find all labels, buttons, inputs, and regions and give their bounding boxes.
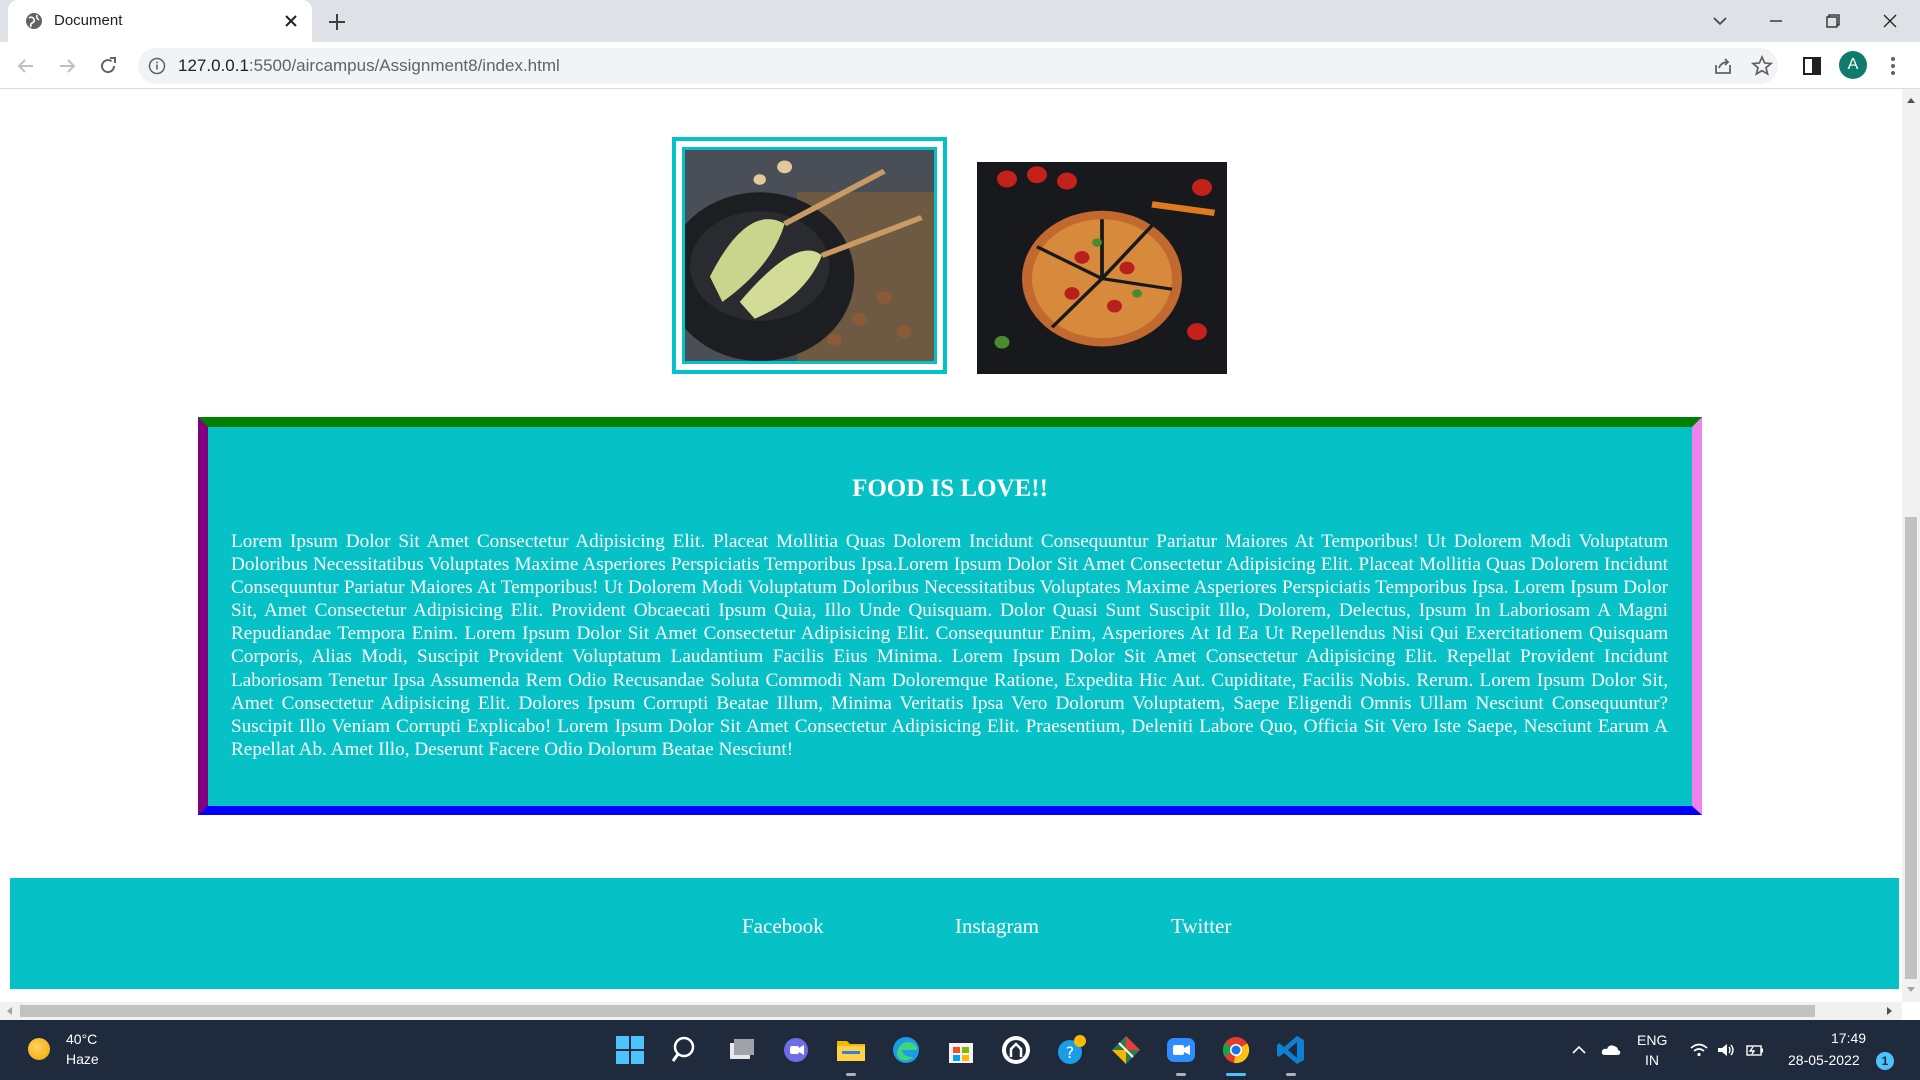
teams-chat-icon[interactable]	[779, 1033, 813, 1067]
show-hidden-icons-chevron-icon[interactable]	[1568, 1039, 1590, 1061]
food-card: FOOD IS LOVE!! Lorem Ipsum Dolor Sit Ame…	[198, 417, 1702, 815]
start-windows-icon[interactable]	[613, 1033, 647, 1067]
kulfi-image	[665, 150, 934, 361]
zoom-running-indicator	[1176, 1073, 1186, 1076]
url-path: :5500/aircampus/Assignment8/index.html	[248, 56, 560, 75]
footer-link-twitter[interactable]: Twitter	[1171, 914, 1231, 939]
browser-toolbar: 127.0.0.1:5500/aircampus/Assignment8/ind…	[0, 42, 1920, 89]
footer-link-instagram[interactable]: Instagram	[955, 914, 1039, 939]
horizontal-scroll-thumb[interactable]	[20, 1005, 1815, 1017]
weather-temperature[interactable]: 40°C	[66, 1031, 97, 1047]
scroll-down-arrow-icon[interactable]	[1906, 984, 1916, 994]
clock-time[interactable]: 17:49	[1831, 1030, 1866, 1046]
browser-tab[interactable]: Document	[8, 0, 312, 42]
notification-badge[interactable]: 1	[1876, 1052, 1894, 1070]
side-panel-icon[interactable]	[1800, 54, 1824, 78]
pizza-image	[977, 162, 1227, 374]
page-viewport: FOOD IS LOVE!! Lorem Ipsum Dolor Sit Ame…	[0, 89, 1920, 1007]
weather-description[interactable]: Haze	[66, 1051, 99, 1067]
vertical-scroll-thumb[interactable]	[1905, 517, 1917, 979]
horizontal-scrollbar[interactable]	[0, 1002, 1902, 1020]
url-text: 127.0.0.1:5500/aircampus/Assignment8/ind…	[178, 56, 560, 76]
svg-text:?: ?	[1066, 1043, 1075, 1062]
zoom-video-icon[interactable]	[1164, 1033, 1198, 1067]
search-icon[interactable]	[669, 1033, 703, 1067]
chrome-browser-icon[interactable]	[1219, 1033, 1253, 1067]
url-host: 127.0.0.1	[178, 56, 249, 75]
reload-icon[interactable]	[96, 54, 120, 78]
more-menu-icon[interactable]	[1881, 54, 1905, 78]
weather-sun-icon[interactable]	[28, 1038, 50, 1060]
microsoft-store-icon[interactable]	[944, 1033, 978, 1067]
site-footer: Facebook Instagram Twitter	[10, 878, 1899, 989]
address-bar[interactable]: 127.0.0.1:5500/aircampus/Assignment8/ind…	[138, 48, 1778, 84]
minimize-icon[interactable]	[1763, 8, 1789, 34]
framed-image-kulfi	[665, 137, 947, 374]
scroll-right-arrow-icon[interactable]	[1884, 1006, 1894, 1016]
close-window-icon[interactable]	[1877, 8, 1903, 34]
scroll-up-arrow-icon[interactable]	[1906, 96, 1916, 106]
globe-icon	[26, 13, 42, 29]
snipping-palette-icon[interactable]	[1109, 1033, 1143, 1067]
task-view-icon[interactable]	[724, 1033, 758, 1067]
vertical-scrollbar[interactable]	[1902, 89, 1920, 1002]
forward-arrow-icon[interactable]	[55, 54, 79, 78]
food-paragraph: Lorem Ipsum Dolor Sit Amet Consectetur A…	[231, 531, 1668, 760]
profile-avatar[interactable]: A	[1839, 51, 1867, 79]
close-tab-icon[interactable]	[280, 10, 302, 32]
chrome-active-indicator	[1226, 1073, 1246, 1076]
footer-link-facebook[interactable]: Facebook	[742, 914, 824, 939]
language-indicator-line2[interactable]: IN	[1645, 1052, 1659, 1068]
explorer-running-indicator	[846, 1073, 856, 1076]
edge-browser-icon[interactable]	[889, 1033, 923, 1067]
language-indicator-line1[interactable]: ENG	[1637, 1032, 1667, 1048]
restore-icon[interactable]	[1820, 8, 1846, 34]
back-arrow-icon[interactable]	[14, 54, 38, 78]
bookmark-star-icon[interactable]	[1750, 54, 1774, 78]
onedrive-cloud-icon[interactable]	[1600, 1039, 1622, 1061]
file-explorer-icon[interactable]	[834, 1033, 868, 1067]
battery-charging-icon[interactable]	[1743, 1039, 1765, 1061]
new-tab-icon[interactable]	[325, 10, 349, 34]
volume-icon[interactable]	[1715, 1039, 1737, 1061]
github-desktop-icon[interactable]	[999, 1033, 1033, 1067]
vscode-icon[interactable]	[1274, 1033, 1308, 1067]
image-inner-border	[665, 147, 937, 364]
vscode-running-indicator	[1286, 1073, 1296, 1076]
wifi-icon[interactable]	[1688, 1039, 1710, 1061]
site-info-icon[interactable]	[148, 57, 166, 75]
tab-strip: Document	[0, 0, 1920, 42]
clock-date[interactable]: 28-05-2022	[1788, 1052, 1860, 1068]
get-help-icon[interactable]: ?	[1054, 1033, 1088, 1067]
share-icon[interactable]	[1711, 54, 1735, 78]
tab-title: Document	[54, 12, 123, 29]
tab-search-chevron-icon[interactable]	[1707, 8, 1733, 34]
scroll-left-arrow-icon[interactable]	[5, 1006, 15, 1016]
windows-taskbar: 40°C Haze ? ENG IN 17:49 28-05-2022 1	[0, 1020, 1920, 1080]
food-heading: FOOD IS LOVE!!	[852, 475, 1048, 502]
